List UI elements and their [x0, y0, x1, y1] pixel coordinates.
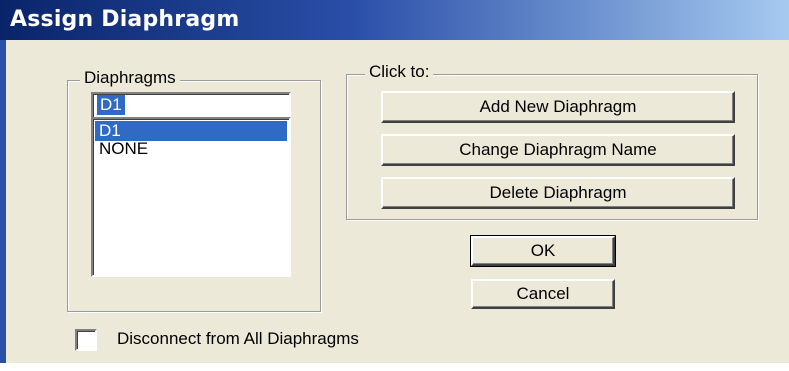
disconnect-checkbox[interactable] — [75, 329, 97, 351]
click-to-group-label: Click to: — [365, 62, 434, 82]
dialog-title: Assign Diaphragm — [10, 7, 240, 32]
delete-diaphragm-button[interactable]: Delete Diaphragm — [381, 177, 735, 209]
change-diaphragm-name-button[interactable]: Change Diaphragm Name — [381, 134, 735, 166]
ok-button-label: OK — [530, 241, 556, 260]
delete-diaphragm-label: Delete Diaphragm — [489, 183, 627, 202]
cancel-button[interactable]: Cancel — [471, 279, 615, 309]
diaphragm-name-input[interactable]: D1 — [91, 92, 291, 120]
add-new-diaphragm-button[interactable]: Add New Diaphragm — [381, 91, 735, 123]
diaphragms-group-label: Diaphragms — [80, 68, 180, 88]
diaphragm-name-value: D1 — [97, 95, 125, 115]
change-diaphragm-name-label: Change Diaphragm Name — [459, 140, 657, 159]
list-item-none[interactable]: NONE — [95, 139, 287, 159]
ok-button[interactable]: OK — [470, 235, 616, 267]
cancel-button-label: Cancel — [516, 284, 570, 303]
title-bar[interactable]: Assign Diaphragm — [0, 0, 789, 40]
diaphragm-list[interactable]: D1 NONE — [91, 117, 291, 277]
list-item-d1[interactable]: D1 — [95, 121, 287, 141]
disconnect-checkbox-label: Disconnect from All Diaphragms — [117, 329, 359, 348]
add-new-diaphragm-label: Add New Diaphragm — [479, 97, 637, 116]
window-left-border — [0, 40, 6, 363]
window-bottom-edge — [0, 363, 789, 371]
assign-diaphragm-dialog: Assign Diaphragm Diaphragms D1 D1 NONE C… — [0, 0, 789, 371]
